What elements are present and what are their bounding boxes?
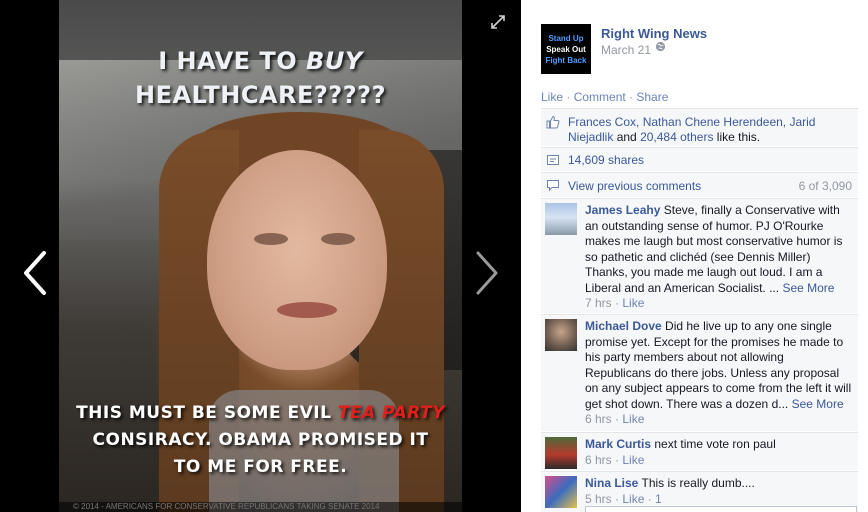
comment-text: This is really dumb.... [641,476,755,490]
comment-item: James Leahy Steve, finally a Conservativ… [541,198,858,313]
view-previous-comments-row[interactable]: View previous comments 6 of 3,090 [541,172,858,197]
comment-time[interactable]: 6 hrs [585,453,612,467]
globe-icon [655,41,666,52]
comment-likes-count[interactable]: 1 [655,492,662,506]
caption-tea-party: TEA PARTY [337,403,445,423]
comment-body: Michael Dove Did he live up to any one s… [585,319,852,426]
commenter-avatar[interactable] [545,437,577,469]
comment-time[interactable]: 7 hrs [585,296,612,310]
photo-viewer: I HAVE TO BUY HEALTHCARE????? THIS MUST … [0,0,521,512]
thumbs-up-icon [546,115,560,129]
share-link[interactable]: Share [636,90,668,104]
comment-bubble-icon [547,180,559,192]
previous-photo-button[interactable] [20,250,50,296]
comment-author[interactable]: Nina Lise [585,476,638,490]
comment-like-link[interactable]: Like [622,296,644,310]
action-separator: · [563,90,574,104]
see-more-link[interactable]: See More [792,397,844,411]
caption-bottom-line1: THIS MUST BE SOME EVIL [76,403,338,423]
commenter-avatar[interactable] [545,203,577,235]
meme-top-caption: I HAVE TO BUY HEALTHCARE????? [59,44,462,112]
caption-top-line2: HEALTHCARE????? [134,81,386,109]
photo-eye-left [254,233,288,245]
post-date[interactable]: March 21 [601,43,651,57]
comment-author[interactable]: Mark Curtis [585,437,651,451]
page-name-link[interactable]: Right Wing News [601,26,707,41]
comment-item: Michael Dove Did he live up to any one s… [541,314,858,431]
comment-time[interactable]: 5 hrs [585,492,612,506]
page-avatar[interactable]: Stand Up Speak Out Fight Back [541,24,591,74]
comment-author[interactable]: Michael Dove [585,319,662,333]
avatar-line-2: Speak Out [546,45,586,54]
caption-top-line1: I HAVE TO [158,47,307,75]
likes-text: Frances Cox, Nathan Chene Herendeen, Jar… [568,115,853,145]
photo-watermark: © 2014 - AMERICANS FOR CONSERVATIVE REPU… [59,502,462,512]
comment-like-link[interactable]: Like [622,453,644,467]
photo-mouth [277,302,337,318]
comment-text: next time vote ron paul [654,437,776,451]
next-photo-button[interactable] [472,250,502,296]
avatar-line-3: Fight Back [545,56,587,65]
view-previous-comments-link[interactable]: View previous comments [568,179,701,193]
comment-item: Mark Curtis next time vote ron paul 6 hr… [541,432,858,470]
chevron-left-icon [24,251,46,295]
comment-time[interactable]: 6 hrs [585,412,612,426]
caption-bottom-line2: CONSIRACY. OBAMA PROMISED IT [92,430,429,450]
comment-count: 6 of 3,090 [798,179,852,193]
comment-link[interactable]: Comment [574,90,626,104]
chevron-right-icon [476,251,498,295]
comment-like-link[interactable]: Like [622,412,644,426]
shares-summary[interactable]: 14,609 shares [541,147,858,171]
post-details-panel: Stand Up Speak Out Fight Back Right Wing… [521,0,868,512]
photo-eye-right [321,233,355,245]
action-separator: · [625,90,637,104]
see-more-link[interactable]: See More [782,281,834,295]
write-comment-input[interactable] [585,506,857,512]
comment-author[interactable]: James Leahy [585,203,660,217]
caption-top-buy: BUY [306,47,363,75]
fullscreen-button[interactable] [490,14,506,30]
photo-face [207,150,387,370]
commenter-avatar[interactable] [545,319,577,351]
comment-body: Mark Curtis next time vote ron paul 6 hr… [585,437,776,467]
like-link[interactable]: Like [541,90,563,104]
comment-body: Nina Lise This is really dumb.... 5 hrs … [585,476,755,506]
caption-bottom-line3: TO ME FOR FREE. [173,457,348,477]
likes-and: and [613,130,641,144]
commenter-avatar[interactable] [545,476,577,508]
likes-others-link[interactable]: 20,484 others [640,130,713,144]
share-icon [547,155,559,165]
expand-icon [491,15,505,29]
avatar-line-1: Stand Up [548,34,584,43]
meme-photo: I HAVE TO BUY HEALTHCARE????? THIS MUST … [59,0,462,512]
meme-bottom-caption: THIS MUST BE SOME EVIL TEA PARTY CONSIRA… [59,400,462,481]
post-actions: Like · Comment · Share [541,90,668,104]
likes-summary: Frances Cox, Nathan Chene Herendeen, Jar… [541,108,858,146]
shares-count[interactable]: 14,609 shares [568,153,644,167]
comment-body: James Leahy Steve, finally a Conservativ… [585,203,843,310]
likes-suffix: like this. [713,130,761,144]
comment-like-link[interactable]: Like [622,492,644,506]
